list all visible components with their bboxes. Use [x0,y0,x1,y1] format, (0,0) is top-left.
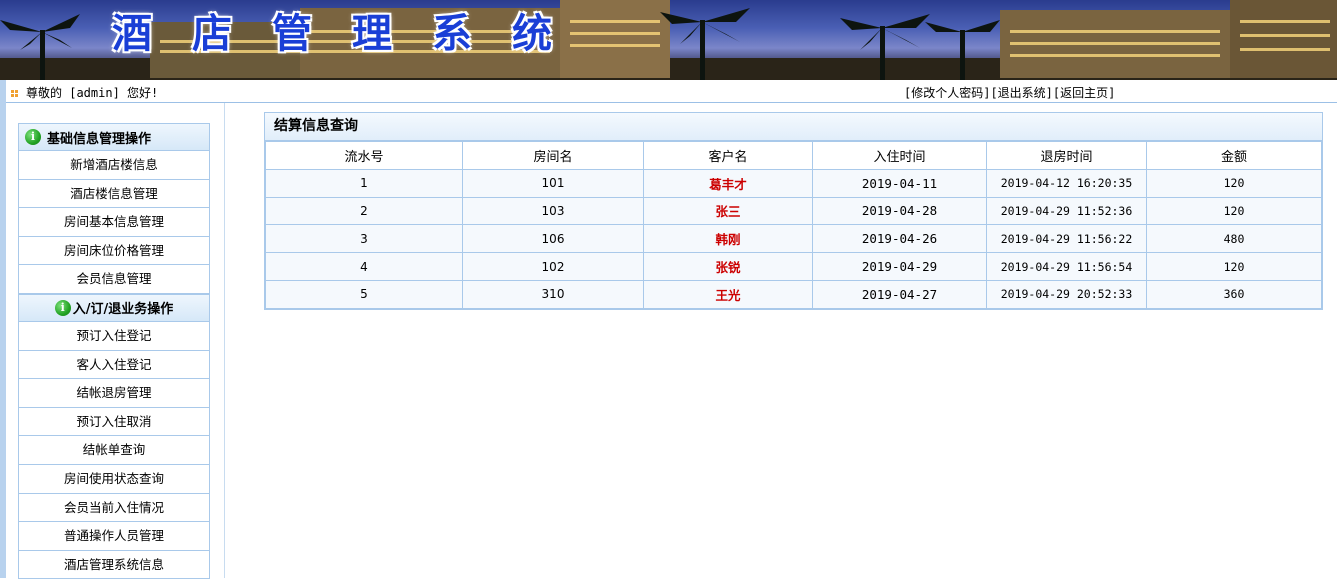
amount-cell: 480 [1146,224,1322,254]
serial-cell: 5 [265,279,463,309]
sidebar-menu: i 基础信息管理操作 新增酒店楼信息 酒店楼信息管理 房间基本信息管理 房间床位… [18,123,210,579]
sidebar: i 基础信息管理操作 新增酒店楼信息 酒店楼信息管理 房间基本信息管理 房间床位… [6,103,225,579]
amount-cell: 360 [1146,279,1322,309]
menu-item-bed-price[interactable]: 房间床位价格管理 [18,236,210,266]
banner-title-char: 理 [352,11,392,57]
room-cell: 310 [462,279,644,309]
change-password-link[interactable]: [修改个人密码] [904,86,990,100]
guest-cell: 王光 [643,279,813,309]
menu-item-guest-checkin[interactable]: 客人入住登记 [18,350,210,380]
checkin-cell: 2019-04-11 [812,168,987,198]
room-cell: 102 [462,252,644,281]
banner-title-char: 统 [512,11,552,57]
column-header: 退房时间 [986,141,1147,170]
serial-cell: 1 [265,168,463,198]
table-row: 2 103 张三 2019-04-28 2019-04-29 11:52:36 … [265,196,1322,226]
menu-section-label: 基础信息管理操作 [47,131,152,147]
logout-link[interactable]: [退出系统] [990,86,1052,100]
menu-item-room-info[interactable]: 房间基本信息管理 [18,208,210,237]
checkin-cell: 2019-04-26 [812,224,987,254]
banner-title: 酒 店 管 理 系 统 [92,6,572,62]
amount-cell: 120 [1146,252,1322,281]
menu-item-cancel-reservation[interactable]: 预订入住取消 [18,407,210,437]
menu-item-member-info[interactable]: 会员信息管理 [18,265,210,294]
guest-cell: 张三 [643,196,813,226]
menu-item-building-manage[interactable]: 酒店楼信息管理 [18,179,210,209]
menu-item-room-status[interactable]: 房间使用状态查询 [18,464,210,494]
menu-section-label: 入/订/退业务操作 [72,302,174,318]
guest-cell: 葛丰才 [643,168,813,198]
home-link[interactable]: [返回主页] [1053,86,1115,100]
checkout-cell: 2019-04-29 11:52:36 [986,196,1147,226]
banner-title-char: 系 [432,11,472,57]
table-row: 5 310 王光 2019-04-27 2019-04-29 20:52:33 … [265,279,1322,309]
menu-item-operator-manage[interactable]: 普通操作人员管理 [18,522,210,551]
table-row: 4 102 张锐 2019-04-29 2019-04-29 11:56:54 … [265,252,1322,281]
amount-cell: 120 [1146,196,1322,226]
serial-cell: 2 [265,196,463,226]
room-cell: 101 [462,168,644,198]
amount-cell: 120 [1146,168,1322,198]
room-cell: 103 [462,196,644,226]
checkin-cell: 2019-04-27 [812,279,987,309]
checkout-cell: 2019-04-29 11:56:22 [986,224,1147,254]
panel-title: 结算信息查询 [265,113,1322,141]
serial-cell: 4 [265,252,463,281]
menu-section-business: i 入/订/退业务操作 [18,293,210,322]
bullet-icon [11,90,19,98]
header-banner: 酒 店 管 理 系 统 [0,0,1337,80]
table-row: 1 101 葛丰才 2019-04-11 2019-04-12 16:20:35… [265,168,1322,198]
column-header: 客户名 [643,141,813,170]
top-links: [修改个人密码][退出系统][返回主页] [904,84,1115,102]
menu-item-checkout[interactable]: 结帐退房管理 [18,379,210,408]
settlement-panel: 结算信息查询 流水号 房间名 客户名 入住时间 退房时间 金额 1 101 葛丰… [264,112,1323,310]
checkout-cell: 2019-04-29 11:56:54 [986,252,1147,281]
guest-cell: 张锐 [643,252,813,281]
serial-cell: 3 [265,224,463,254]
menu-item-bill-query[interactable]: 结帐单查询 [18,436,210,465]
column-header: 入住时间 [812,141,987,170]
checkin-cell: 2019-04-28 [812,196,987,226]
banner-title-char: 店 [192,11,232,57]
menu-item-add-building[interactable]: 新增酒店楼信息 [18,151,210,180]
checkout-cell: 2019-04-12 16:20:35 [986,168,1147,198]
info-icon: i [54,299,71,316]
info-icon: i [25,129,41,145]
welcome-bar: 尊敬的 [admin] 您好! [修改个人密码][退出系统][返回主页] [6,84,1337,103]
checkin-cell: 2019-04-29 [812,252,987,281]
menu-section-basic: i 基础信息管理操作 [18,123,210,151]
room-cell: 106 [462,224,644,254]
banner-title-char: 酒 [112,11,152,57]
column-header: 金额 [1146,141,1322,170]
menu-item-reservation-checkin[interactable]: 预订入住登记 [18,321,210,351]
column-header: 流水号 [265,141,463,170]
column-header: 房间名 [462,141,644,170]
table-header-row: 流水号 房间名 客户名 入住时间 退房时间 金额 [265,141,1322,170]
checkout-cell: 2019-04-29 20:52:33 [986,279,1147,309]
settlement-table: 流水号 房间名 客户名 入住时间 退房时间 金额 1 101 葛丰才 2019-… [265,141,1322,309]
menu-item-system-info[interactable]: 酒店管理系统信息 [18,550,210,579]
welcome-text: 尊敬的 [admin] 您好! [26,86,159,100]
banner-title-char: 管 [272,11,312,57]
menu-item-member-stay[interactable]: 会员当前入住情况 [18,493,210,523]
table-row: 3 106 韩刚 2019-04-26 2019-04-29 11:56:22 … [265,224,1322,254]
guest-cell: 韩刚 [643,224,813,254]
